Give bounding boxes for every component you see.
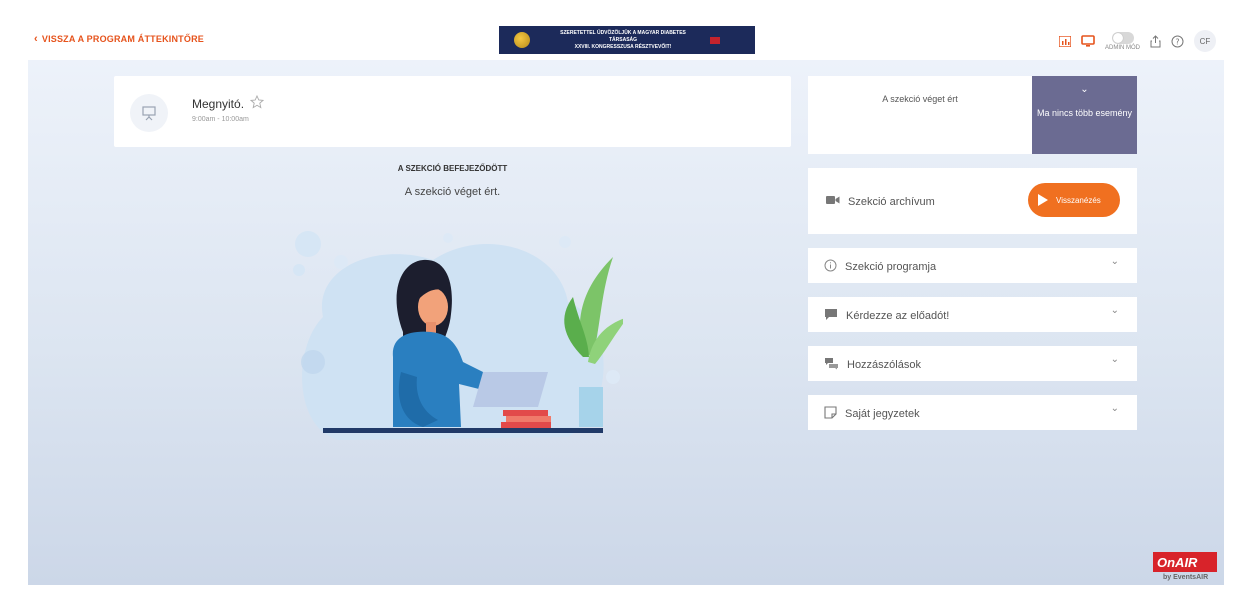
panel-label-text: Szekció programja	[845, 261, 937, 273]
ask-speaker-panel[interactable]: Kérdezze az előadót! ⌄	[808, 297, 1137, 332]
onair-brand-logo: OnAIR by EventsAIR	[1125, 552, 1224, 590]
archive-label-text: Szekció archívum	[848, 195, 935, 208]
panel-label: Szekció programja	[824, 259, 936, 275]
chevron-down-icon: ⌄	[1110, 354, 1119, 365]
panel-label-text: Saját jegyzetek	[845, 408, 920, 420]
session-time: 9:00am - 10:00am	[192, 116, 249, 123]
chevron-down-icon: ⌄	[1080, 84, 1089, 95]
note-icon	[824, 406, 837, 422]
no-more-events-text: Ma nincs több esemény	[1036, 108, 1133, 118]
banner-line-2: XXVIII. KONGRESSZUSA RÉSZTVEVŐIT!	[574, 43, 672, 50]
toggle-switch[interactable]	[1111, 31, 1134, 44]
banner-text: SZERETETTEL ÜDVÖZÖLJÜK A MAGYAR DIABETES…	[548, 30, 698, 51]
congress-logo	[514, 32, 530, 48]
onair-logo: OnAIR	[1153, 552, 1217, 572]
session-ended-card: A szekció véget ért ⌄ Ma nincs több esem…	[808, 76, 1137, 154]
next-events-dropdown[interactable]: ⌄ Ma nincs több esemény	[1032, 76, 1137, 154]
back-label: VISSZA A PROGRAM ÁTTEKINTŐRE	[41, 34, 204, 44]
panel-label-text: Kérdezze az előadót!	[846, 310, 950, 322]
chart-icon[interactable]	[1059, 35, 1071, 47]
svg-text:?: ?	[1175, 37, 1179, 46]
comments-panel[interactable]: Hozzászólások ⌄	[808, 346, 1137, 381]
speech-bubble-icon	[824, 308, 838, 324]
star-icon[interactable]	[249, 94, 265, 112]
share-icon[interactable]	[1150, 34, 1161, 48]
admin-mode-toggle[interactable]: ADMIN MÓD	[1105, 31, 1140, 51]
replay-button[interactable]: Visszanézés	[1028, 183, 1120, 217]
main-area: Megnyitó. 9:00am - 10:00am A SZEKCIÓ BEF…	[28, 60, 1224, 585]
user-avatar[interactable]: CF	[1194, 30, 1216, 52]
chevron-down-icon: ⌄	[1110, 256, 1119, 267]
admin-mode-label: ADMIN MÓD	[1105, 44, 1140, 51]
top-bar: ‹ VISSZA A PROGRAM ÁTTEKINTŐRE SZERETETT…	[28, 22, 1224, 60]
replay-label: Visszanézés	[1056, 195, 1101, 205]
woman-at-laptop-illustration	[293, 231, 623, 440]
presentation-icon	[130, 94, 168, 132]
chat-bubbles-icon	[824, 357, 839, 373]
session-status-text: A szekció véget ért.	[404, 186, 501, 198]
panel-label: Hozzászólások	[824, 357, 921, 373]
panel-label: Kérdezze az előadót!	[824, 308, 949, 324]
archive-label: Szekció archívum	[826, 195, 935, 208]
monitor-icon[interactable]	[1081, 35, 1095, 47]
chevron-down-icon: ⌄	[1110, 403, 1119, 414]
toolbar: ADMIN MÓD ? CF	[1059, 30, 1216, 52]
session-title-text: Megnyitó.	[192, 96, 245, 111]
session-ended-label: A szekció véget ért	[882, 94, 958, 104]
session-program-panel[interactable]: Szekció programja ⌄	[808, 248, 1137, 283]
session-status-heading: A SZEKCIÓ BEFEJEZŐDÖTT	[397, 164, 508, 173]
app-frame: ‹ VISSZA A PROGRAM ÁTTEKINTŐRE SZERETETT…	[0, 0, 1239, 600]
banner-line-1: SZERETETTEL ÜDVÖZÖLJÜK A MAGYAR DIABETES…	[560, 29, 686, 43]
flag-icon	[710, 36, 720, 44]
my-notes-panel[interactable]: Saját jegyzetek ⌄	[808, 395, 1137, 430]
session-header-card: Megnyitó. 9:00am - 10:00am	[114, 76, 791, 147]
panel-label: Saját jegyzetek	[824, 406, 920, 422]
congress-banner: SZERETETTEL ÜDVÖZÖLJÜK A MAGYAR DIABETES…	[499, 26, 755, 54]
play-icon	[1038, 194, 1048, 206]
help-icon[interactable]: ?	[1171, 35, 1184, 48]
session-ended-box: A szekció véget ért	[808, 76, 1032, 154]
eventsair-text: by EventsAIR	[1163, 574, 1209, 581]
chevron-down-icon: ⌄	[1110, 305, 1119, 316]
back-to-program-link[interactable]: ‹ VISSZA A PROGRAM ÁTTEKINTŐRE	[34, 32, 204, 45]
panel-label-text: Hozzászólások	[847, 359, 921, 371]
session-archive-card: Szekció archívum Visszanézés	[808, 168, 1137, 234]
info-icon	[824, 259, 837, 275]
video-camera-icon	[826, 195, 840, 208]
session-title: Megnyitó.	[192, 94, 265, 112]
chevron-left-icon: ‹	[34, 32, 38, 45]
